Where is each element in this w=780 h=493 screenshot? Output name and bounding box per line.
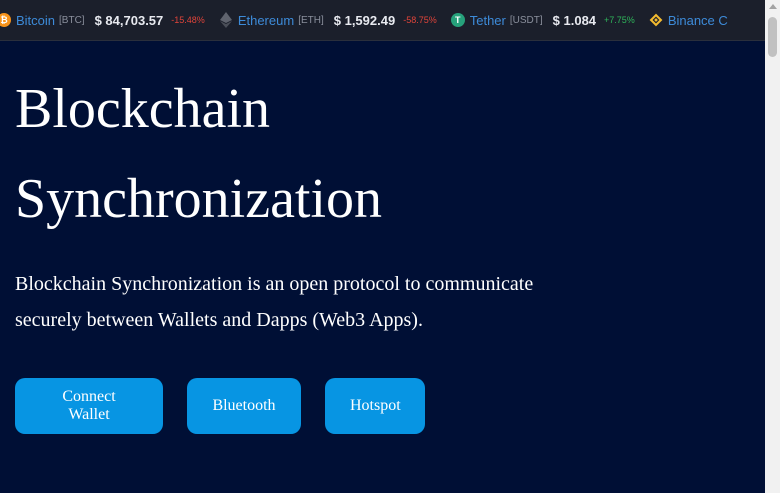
coin-symbol: [ETH] (298, 14, 324, 26)
coin-symbol: [BTC] (59, 14, 85, 26)
ticker-item-binance[interactable]: Binance C (649, 13, 732, 28)
scroll-thumb[interactable] (768, 17, 777, 57)
scrollbar[interactable] (765, 0, 780, 493)
coin-name: Binance C (667, 12, 728, 28)
coin-name: Tether (469, 12, 506, 28)
ticker-item-bitcoin[interactable]: ₿ Bitcoin [BTC] $ 84,703.57 -15.48% (0, 13, 205, 28)
hotspot-button[interactable]: Hotspot (325, 378, 425, 434)
coin-change: -58.75% (403, 15, 437, 25)
hero-description: Blockchain Synchronization is an open pr… (15, 273, 534, 331)
price-ticker: ₿ Bitcoin [BTC] $ 84,703.57 -15.48% Ethe… (0, 0, 765, 41)
coin-symbol: [USDT] (509, 14, 543, 26)
coin-name: Ethereum (237, 12, 295, 28)
hero-section: Blockchain Synchronization Blockchain Sy… (15, 64, 755, 434)
action-buttons: Connect Wallet Bluetooth Hotspot (15, 378, 755, 434)
coin-price: $ 84,703.57 (94, 12, 164, 28)
page-title: Blockchain Synchronization (15, 78, 383, 230)
coin-name: Bitcoin (16, 12, 56, 28)
connect-wallet-button[interactable]: Connect Wallet (15, 378, 163, 434)
coin-price: $ 1,592.49 (333, 12, 396, 28)
coin-price: $ 1.084 (552, 12, 597, 28)
coin-change: +7.75% (604, 15, 635, 25)
bluetooth-button[interactable]: Bluetooth (187, 378, 301, 434)
binance-icon (649, 13, 663, 27)
ethereum-icon (219, 12, 233, 28)
ticker-item-ethereum[interactable]: Ethereum [ETH] $ 1,592.49 -58.75% (219, 12, 437, 28)
scroll-up-arrow-icon[interactable] (769, 4, 777, 9)
tether-icon: T (450, 13, 465, 27)
coin-change: -15.48% (171, 15, 205, 25)
bitcoin-icon: ₿ (0, 13, 11, 27)
ticker-track: ₿ Bitcoin [BTC] $ 84,703.57 -15.48% Ethe… (0, 0, 746, 40)
ticker-item-tether[interactable]: T Tether [USDT] $ 1.084 +7.75% (450, 12, 635, 28)
